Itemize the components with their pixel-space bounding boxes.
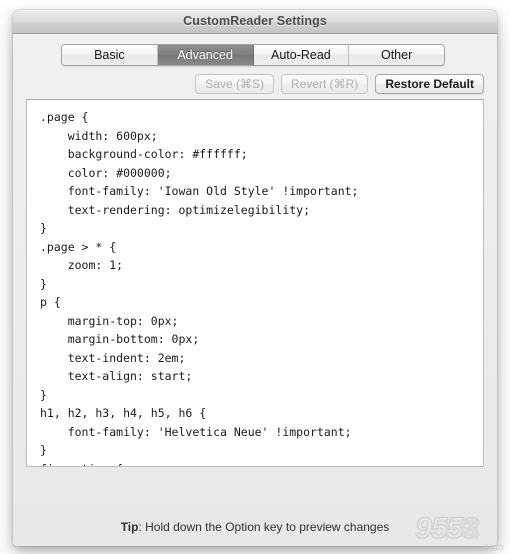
css-editor-text[interactable]: .page { width: 600px; background-color: … — [27, 100, 483, 466]
footer-tip-label: Tip — [120, 520, 139, 534]
screenshot-root: CustomReader Settings Basic Advanced Aut… — [0, 0, 510, 554]
window-titlebar[interactable]: CustomReader Settings — [13, 10, 497, 34]
window-title: CustomReader Settings — [183, 14, 327, 28]
footer-tip: Tip: Hold down the Option key to preview… — [13, 520, 497, 534]
restore-default-button[interactable]: Restore Default — [375, 74, 484, 94]
save-button[interactable]: Save (⌘S) — [195, 74, 274, 94]
window-body: Basic Advanced Auto-Read Other Save (⌘S)… — [13, 34, 497, 545]
tab-basic[interactable]: Basic — [62, 45, 158, 65]
action-button-group: Save (⌘S) Revert (⌘R) Restore Default — [195, 74, 484, 94]
settings-window: CustomReader Settings Basic Advanced Aut… — [13, 10, 497, 546]
css-editor-panel[interactable]: .page { width: 600px; background-color: … — [26, 99, 484, 467]
tab-other[interactable]: Other — [349, 45, 444, 65]
tab-advanced[interactable]: Advanced — [157, 45, 254, 65]
footer-tip-text: Hold down the Option key to preview chan… — [145, 520, 390, 534]
tab-bar: Basic Advanced Auto-Read Other — [61, 44, 445, 66]
tab-auto-read[interactable]: Auto-Read — [253, 45, 350, 65]
revert-button[interactable]: Revert (⌘R) — [280, 74, 369, 94]
